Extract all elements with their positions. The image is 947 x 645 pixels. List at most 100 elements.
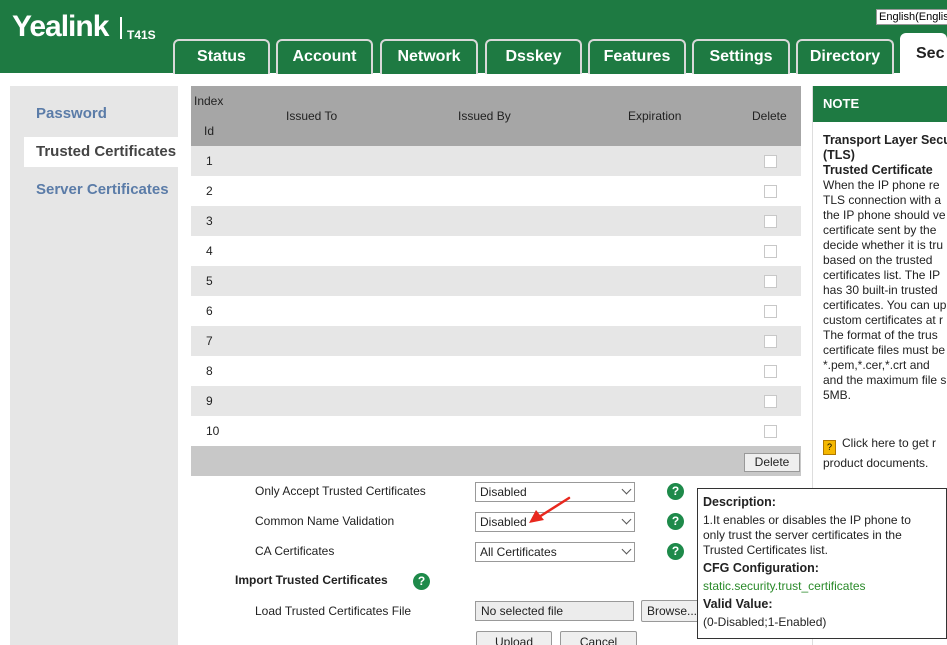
- delete-checkbox[interactable]: [764, 215, 777, 228]
- model-label: T41S: [127, 28, 156, 42]
- tab-dsskey[interactable]: Dsskey: [485, 39, 582, 74]
- import-heading: Import Trusted Certificates: [235, 573, 388, 587]
- tab-features[interactable]: Features: [588, 39, 686, 74]
- help-icon[interactable]: ?: [667, 513, 684, 530]
- tooltip-description-line: only trust the server certificates in th…: [703, 528, 902, 542]
- help-icon[interactable]: ?: [667, 543, 684, 560]
- note-title: NOTE: [813, 86, 947, 122]
- row-index: 4: [206, 244, 213, 258]
- documents-link[interactable]: ? Click here to get r product documents.: [823, 435, 947, 471]
- selected-file-field: No selected file: [475, 601, 634, 621]
- annotation-arrow-icon: [529, 496, 571, 523]
- tooltip-valid-label: Valid Value:: [703, 597, 773, 611]
- note-line: 5MB.: [823, 388, 852, 402]
- row-index: 8: [206, 364, 213, 378]
- header-issued-by: Issued By: [458, 109, 511, 123]
- note-line: *.pem,*.cer,*.crt and: [823, 358, 930, 372]
- row-index: 5: [206, 274, 213, 288]
- note-line: based on the trusted: [823, 253, 933, 267]
- note-subheading: Trusted Certificate: [823, 163, 933, 177]
- delete-checkbox[interactable]: [764, 395, 777, 408]
- top-header: Yealink T41S English(English) Status Acc…: [0, 0, 947, 74]
- note-line: the IP phone should ve: [823, 208, 946, 222]
- cancel-button[interactable]: Cancel: [560, 631, 637, 645]
- common-name-label: Common Name Validation: [255, 514, 395, 528]
- tab-settings[interactable]: Settings: [692, 39, 790, 74]
- note-line: The format of the trus: [823, 328, 938, 342]
- link-text: Click here to get r: [842, 436, 937, 450]
- logo-divider: [120, 17, 122, 39]
- table-row: 1: [191, 146, 801, 176]
- header-issued-to: Issued To: [286, 109, 338, 123]
- table-row: 9: [191, 386, 801, 416]
- note-line: When the IP phone re: [823, 178, 940, 192]
- table-row: 10: [191, 416, 801, 446]
- sidebar-item-server-certificates[interactable]: Server Certificates: [10, 175, 186, 205]
- language-select[interactable]: English(English): [876, 9, 947, 25]
- tab-directory[interactable]: Directory: [796, 39, 894, 74]
- table-row: 4: [191, 236, 801, 266]
- note-line: custom certificates at r: [823, 313, 944, 327]
- delete-button[interactable]: Delete: [744, 453, 800, 472]
- document-icon: ?: [823, 440, 836, 455]
- help-icon[interactable]: ?: [413, 573, 430, 590]
- tooltip-cfg-label: CFG Configuration:: [703, 561, 819, 575]
- tab-account[interactable]: Account: [276, 39, 373, 74]
- note-line: and the maximum file s: [823, 373, 947, 387]
- header-expiration: Expiration: [628, 109, 682, 123]
- note-line: TLS connection with a: [823, 193, 942, 207]
- table-row: 6: [191, 296, 801, 326]
- left-sidebar: Password Trusted Certificates Server Cer…: [10, 86, 186, 645]
- help-icon[interactable]: ?: [667, 483, 684, 500]
- chevron-down-icon: [621, 544, 632, 555]
- note-line: certificates list. The IP: [823, 268, 941, 282]
- common-name-value: Disabled: [480, 515, 527, 529]
- note-heading: (TLS): [823, 148, 855, 162]
- help-tooltip: Description: 1.It enables or disables th…: [697, 488, 947, 639]
- tab-status[interactable]: Status: [173, 39, 270, 74]
- table-header: Index Id Issued To Issued By Expiration …: [191, 86, 801, 146]
- delete-checkbox[interactable]: [764, 275, 777, 288]
- tab-network[interactable]: Network: [380, 39, 478, 74]
- delete-checkbox[interactable]: [764, 335, 777, 348]
- tooltip-description-line: Trusted Certificates list.: [703, 543, 828, 557]
- delete-checkbox[interactable]: [764, 425, 777, 438]
- note-line: certificate sent by the: [823, 223, 937, 237]
- tooltip-description-label: Description:: [703, 495, 776, 509]
- delete-checkbox[interactable]: [764, 155, 777, 168]
- upload-button[interactable]: Upload: [476, 631, 552, 645]
- table-row: 5: [191, 266, 801, 296]
- note-line: certificates. You can up: [823, 298, 947, 312]
- table-footer: Delete: [191, 446, 801, 476]
- ca-certificates-value: All Certificates: [480, 545, 557, 559]
- note-line: decide whether it is tru: [823, 238, 944, 252]
- tooltip-description-line: 1.It enables or disables the IP phone to: [703, 513, 911, 527]
- yealink-logo: Yealink: [12, 10, 109, 43]
- ca-certificates-select[interactable]: All Certificates: [475, 542, 635, 562]
- note-body: Transport Layer Secu (TLS) Trusted Certi…: [823, 133, 947, 403]
- only-accept-value: Disabled: [480, 485, 527, 499]
- sidebar-item-password[interactable]: Password: [10, 99, 186, 129]
- note-line: has 30 built-in trusted: [823, 283, 938, 297]
- tab-security[interactable]: Security: [900, 33, 947, 74]
- browse-button[interactable]: Browse...: [641, 600, 703, 622]
- note-heading: Transport Layer Secu: [823, 133, 947, 147]
- row-index: 9: [206, 394, 213, 408]
- delete-checkbox[interactable]: [764, 185, 777, 198]
- chevron-down-icon: [621, 484, 632, 495]
- table-row: 8: [191, 356, 801, 386]
- sidebar-item-trusted-certificates[interactable]: Trusted Certificates: [24, 137, 186, 167]
- delete-checkbox[interactable]: [764, 245, 777, 258]
- row-index: 7: [206, 334, 213, 348]
- header-id: Id: [204, 124, 215, 138]
- table-row: 3: [191, 206, 801, 236]
- delete-checkbox[interactable]: [764, 305, 777, 318]
- tooltip-cfg-value: static.security.trust_certificates: [703, 579, 866, 593]
- delete-checkbox[interactable]: [764, 365, 777, 378]
- only-accept-label: Only Accept Trusted Certificates: [255, 484, 426, 498]
- ca-certificates-label: CA Certificates: [255, 544, 335, 558]
- row-index: 10: [206, 424, 220, 438]
- row-index: 3: [206, 214, 213, 228]
- table-row: 2: [191, 176, 801, 206]
- table-row: 7: [191, 326, 801, 356]
